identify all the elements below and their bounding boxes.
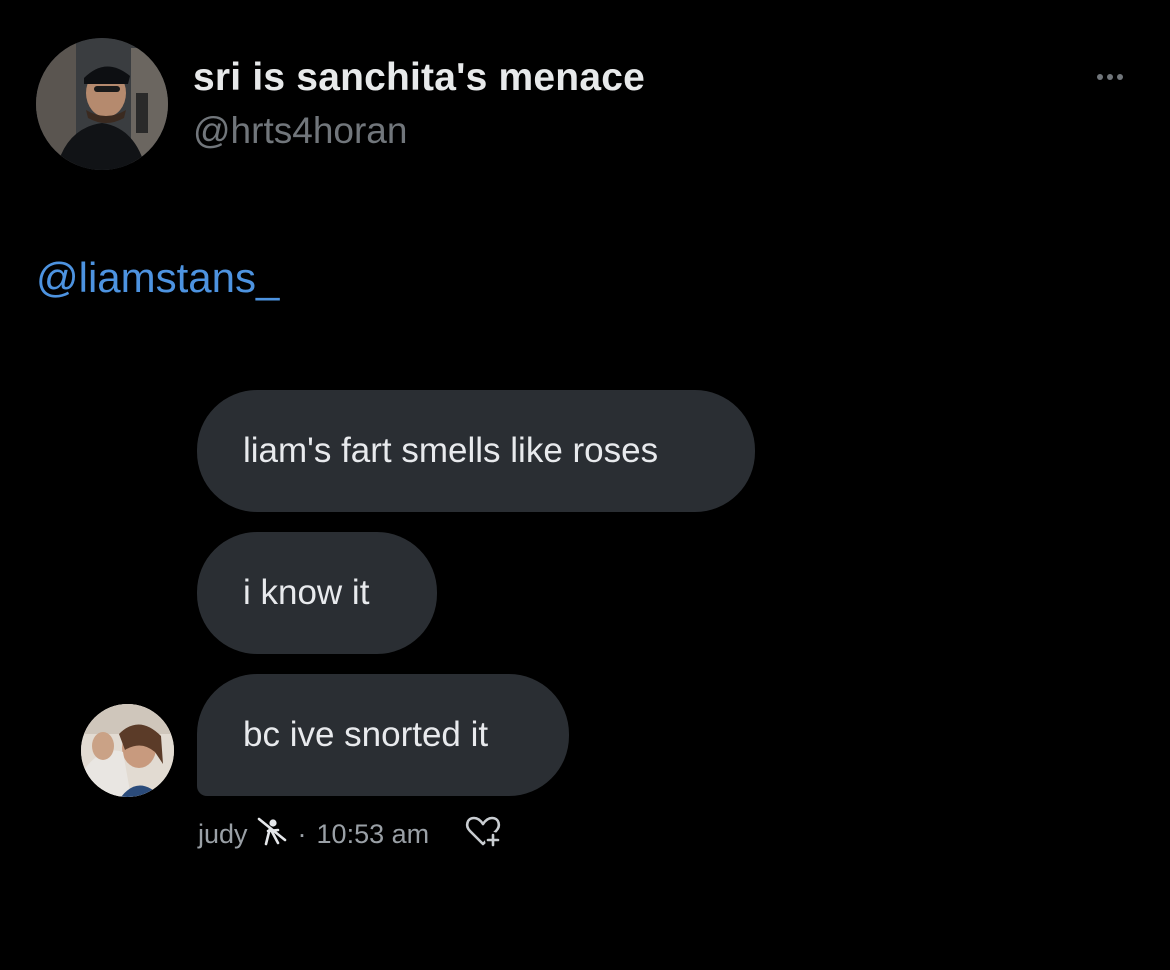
author-avatar[interactable] — [36, 38, 168, 170]
more-dot — [1107, 74, 1113, 80]
message-text: i know it — [243, 573, 370, 612]
message-text: bc ive snorted it — [243, 715, 489, 754]
message-bubble: i know it — [197, 532, 437, 654]
heart-plus-icon[interactable] — [463, 812, 503, 857]
tweet-header: sri is sanchita's menace @hrts4horan — [36, 38, 1136, 172]
message-text: liam's fart smells like roses — [243, 431, 659, 470]
message-meta: judy · 10:53 am — [198, 812, 503, 856]
message-timestamp: 10:53 am — [316, 818, 430, 849]
more-options-icon[interactable] — [1084, 66, 1136, 88]
message-bubble: bc ive snorted it — [197, 674, 569, 796]
meta-separator: · — [297, 818, 307, 849]
sender-name: judy — [198, 818, 248, 849]
author-handle[interactable]: @hrts4horan — [193, 110, 407, 152]
message-bubble: liam's fart smells like roses — [197, 390, 755, 512]
more-dot — [1097, 74, 1103, 80]
author-display-name[interactable]: sri is sanchita's menace — [193, 56, 645, 100]
more-dot — [1117, 74, 1123, 80]
mention-link[interactable]: @liamstans_ — [36, 254, 279, 302]
sender-avatar[interactable] — [81, 704, 174, 797]
fencer-emoji-icon — [256, 816, 288, 853]
